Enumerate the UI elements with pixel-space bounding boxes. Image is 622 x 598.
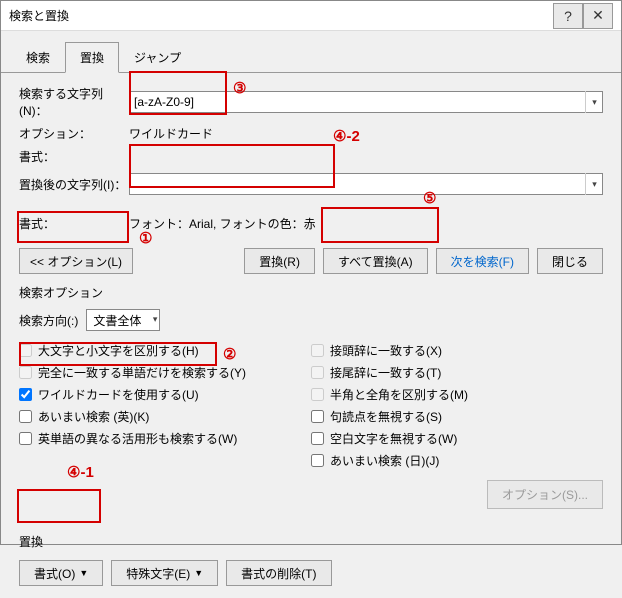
checkbox-input-suffix bbox=[311, 366, 324, 379]
checkbox-forms[interactable]: 英単語の異なる活用形も検索する(W) bbox=[19, 430, 311, 447]
checkbox-width: 半角と全角を区別する(M) bbox=[311, 386, 603, 403]
replace-all-button[interactable]: すべて置換(A) bbox=[323, 248, 428, 274]
checkbox-input-case bbox=[19, 344, 32, 357]
checkbox-input-width bbox=[311, 388, 324, 401]
find-format-label: 書式： bbox=[19, 148, 129, 165]
checkbox-label: 句読点を無視する(S) bbox=[330, 408, 442, 425]
replace-section-title: 置換 bbox=[19, 533, 603, 550]
checkbox-label: あいまい検索 (日)(J) bbox=[330, 452, 439, 469]
chevron-down-icon[interactable]: ▾ bbox=[585, 91, 603, 113]
checkbox-input-whole bbox=[19, 366, 32, 379]
find-value: [a-zA-Z0-9] bbox=[134, 95, 194, 109]
direction-label: 検索方向(:) bbox=[19, 312, 78, 329]
checkbox-label: 完全に一致する単語だけを検索する(Y) bbox=[38, 364, 246, 381]
help-icon[interactable]: ? bbox=[553, 3, 583, 29]
replace-input[interactable]: ▾ bbox=[129, 173, 603, 195]
special-button[interactable]: 特殊文字(E)▼ bbox=[111, 560, 218, 586]
checkbox-input-fuzzy[interactable] bbox=[19, 410, 32, 423]
find-option-value: ワイルドカード bbox=[129, 125, 213, 142]
replace-button[interactable]: 置換(R) bbox=[244, 248, 315, 274]
window-title: 検索と置換 bbox=[9, 7, 553, 24]
tab-bar: 検索 置換 ジャンプ bbox=[1, 31, 621, 73]
chevron-down-icon[interactable]: ▾ bbox=[153, 314, 158, 325]
find-label: 検索する文字列(N)： bbox=[19, 85, 129, 119]
checkbox-fuzzy[interactable]: あいまい検索 (英)(K) bbox=[19, 408, 311, 425]
checkbox-label: 半角と全角を区別する(M) bbox=[330, 386, 468, 403]
checkbox-whole: 完全に一致する単語だけを検索する(Y) bbox=[19, 364, 311, 381]
checkbox-fuzzyJ[interactable]: あいまい検索 (日)(J) bbox=[311, 452, 603, 469]
checkbox-label: 接頭辞に一致する(X) bbox=[330, 342, 442, 359]
checkbox-case: 大文字と小文字を区別する(H) bbox=[19, 342, 311, 359]
find-option-label: オプション： bbox=[19, 125, 129, 142]
clear-format-button[interactable]: 書式の削除(T) bbox=[226, 560, 331, 586]
checkbox-input-prefix bbox=[311, 344, 324, 357]
checkbox-label: 大文字と小文字を区別する(H) bbox=[38, 342, 199, 359]
direction-select[interactable]: 文書全体 ▾ bbox=[86, 309, 160, 331]
search-options-title: 検索オプション bbox=[19, 284, 603, 301]
checkbox-label: 空白文字を無視する(W) bbox=[330, 430, 457, 447]
checkbox-label: 英単語の異なる活用形も検索する(W) bbox=[38, 430, 237, 447]
checkbox-space[interactable]: 空白文字を無視する(W) bbox=[311, 430, 603, 447]
checkbox-input-fuzzyJ[interactable] bbox=[311, 454, 324, 467]
replace-format-label: 書式： bbox=[19, 215, 129, 232]
checkbox-label: あいまい検索 (英)(K) bbox=[38, 408, 149, 425]
checkbox-input-forms[interactable] bbox=[19, 432, 32, 445]
checkbox-input-wildcard[interactable] bbox=[19, 388, 32, 401]
replace-format-value: フォント：Arial, フォントの色：赤 bbox=[129, 215, 316, 232]
tab-replace[interactable]: 置換 bbox=[65, 42, 119, 73]
close-button[interactable]: 閉じる bbox=[537, 248, 603, 274]
chevron-down-icon[interactable]: ▾ bbox=[585, 173, 603, 195]
checkbox-input-punct[interactable] bbox=[311, 410, 324, 423]
checkbox-prefix: 接頭辞に一致する(X) bbox=[311, 342, 603, 359]
checkbox-label: ワイルドカードを使用する(U) bbox=[38, 386, 199, 403]
fuzzy-options-button: オプション(S)... bbox=[487, 480, 603, 509]
checkbox-suffix: 接尾辞に一致する(T) bbox=[311, 364, 603, 381]
options-right-column: 接頭辞に一致する(X) 接尾辞に一致する(T) 半角と全角を区別する(M) 句読点を無… bbox=[311, 337, 603, 474]
find-input[interactable]: [a-zA-Z0-9] ▾ bbox=[129, 91, 603, 113]
tab-search[interactable]: 検索 bbox=[11, 42, 65, 73]
options-toggle-button[interactable]: << オプション(L) bbox=[19, 248, 133, 274]
checkbox-input-space[interactable] bbox=[311, 432, 324, 445]
checkbox-punct[interactable]: 句読点を無視する(S) bbox=[311, 408, 603, 425]
format-button[interactable]: 書式(O)▼ bbox=[19, 560, 103, 586]
tab-jump[interactable]: ジャンプ bbox=[119, 42, 196, 73]
checkbox-label: 接尾辞に一致する(T) bbox=[330, 364, 441, 381]
replace-label: 置換後の文字列(I)： bbox=[19, 176, 129, 193]
options-left-column: 大文字と小文字を区別する(H) 完全に一致する単語だけを検索する(Y) ワイルドカー… bbox=[19, 337, 311, 474]
checkbox-wildcard[interactable]: ワイルドカードを使用する(U) bbox=[19, 386, 311, 403]
direction-value: 文書全体 bbox=[93, 312, 141, 329]
close-icon[interactable]: ✕ bbox=[583, 3, 613, 29]
find-next-button[interactable]: 次を検索(F) bbox=[436, 248, 529, 274]
